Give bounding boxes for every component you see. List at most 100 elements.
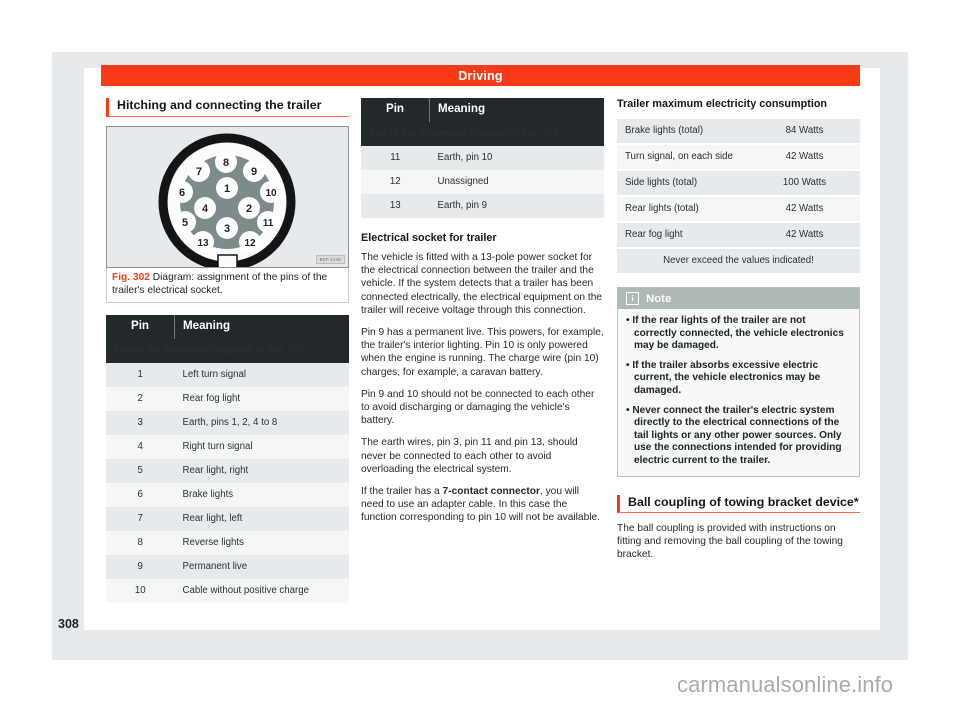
svg-text:6: 6 bbox=[179, 187, 185, 199]
note-title: Note bbox=[646, 292, 672, 305]
table-caption: Key of the Schematic diagram ››› Fig. 30… bbox=[361, 122, 604, 146]
cell-label: Brake lights (total) bbox=[617, 119, 749, 143]
paragraph: Pin 9 has a permanent live. This powers,… bbox=[361, 327, 604, 378]
svg-text:12: 12 bbox=[244, 238, 256, 249]
table-row: 7 Rear light, left bbox=[106, 507, 349, 532]
cell-pin: 8 bbox=[106, 531, 175, 556]
svg-text:4: 4 bbox=[202, 203, 209, 215]
svg-text:10: 10 bbox=[265, 188, 277, 199]
cell-label: Rear fog light bbox=[617, 223, 749, 247]
table-row: 10 Cable without positive charge bbox=[106, 579, 349, 604]
table-row: Brake lights (total) 84 Watts bbox=[617, 119, 860, 143]
cell-value: 42 Watts bbox=[749, 145, 860, 169]
column-left: Hitching and connecting the trailer 1 2 … bbox=[106, 98, 349, 604]
table-row: Side lights (total) 100 Watts bbox=[617, 171, 860, 195]
table-row: 8 Reverse lights bbox=[106, 531, 349, 556]
cell-pin: 3 bbox=[106, 411, 175, 436]
running-header: Driving bbox=[101, 65, 860, 86]
text-bold-7-contact-connector: 7-contact connector bbox=[442, 486, 540, 498]
cell-value: 42 Watts bbox=[749, 223, 860, 247]
cell-meaning: Right turn signal bbox=[174, 435, 349, 460]
table-row: Turn signal, on each side 42 Watts bbox=[617, 145, 860, 169]
cell-label: Turn signal, on each side bbox=[617, 145, 749, 169]
svg-text:13: 13 bbox=[197, 238, 209, 249]
cell-pin: 6 bbox=[106, 483, 175, 508]
table-caption: Key of the Schematic diagram ››› Fig. 30… bbox=[106, 339, 349, 364]
paragraph-ball-coupling: The ball coupling is provided with instr… bbox=[617, 522, 843, 560]
cell-pin: 5 bbox=[106, 459, 175, 484]
cell-meaning: Brake lights bbox=[174, 483, 349, 508]
table-row: 2 Rear fog light bbox=[106, 387, 349, 412]
text-before: If the trailer has a bbox=[361, 486, 443, 498]
info-icon: i bbox=[626, 292, 639, 305]
cell-meaning: Unassigned bbox=[429, 170, 604, 194]
table-row: 13 Earth, pin 9 bbox=[361, 194, 604, 218]
cell-label: Side lights (total) bbox=[617, 171, 749, 195]
table-pin-key-2: Key of the Schematic diagram ››› Fig. 30… bbox=[361, 98, 604, 218]
subheading-max-consumption: Trailer maximum electricity consumption bbox=[617, 98, 828, 110]
table-row: 6 Brake lights bbox=[106, 483, 349, 508]
figure-connector-diagram: 1 2 3 4 5 6 7 8 9 10 11 12 13 B5F-1148 bbox=[106, 126, 349, 268]
cell-pin: 7 bbox=[106, 507, 175, 532]
cell-meaning: Earth, pin 9 bbox=[429, 194, 604, 218]
table-row: Rear lights (total) 42 Watts bbox=[617, 197, 860, 221]
table-row: Rear fog light 42 Watts bbox=[617, 223, 860, 247]
svg-text:11: 11 bbox=[263, 218, 274, 229]
note-header: i Note bbox=[618, 288, 859, 309]
svg-text:3: 3 bbox=[224, 223, 230, 235]
column-middle: Key of the Schematic diagram ››› Fig. 30… bbox=[361, 98, 604, 534]
cell-value: 84 Watts bbox=[749, 119, 860, 143]
cell-meaning: Left turn signal bbox=[174, 363, 349, 388]
svg-text:9: 9 bbox=[251, 166, 257, 178]
section-title-hitching: Hitching and connecting the trailer bbox=[106, 98, 349, 117]
cell-meaning: Permanent live bbox=[174, 555, 349, 580]
paragraph-7-contact: If the trailer has a 7-contact connector… bbox=[361, 485, 604, 525]
column-right: Trailer maximum electricity consumption … bbox=[617, 98, 860, 570]
section-title-ball-coupling: Ball coupling of towing bracket device* bbox=[617, 494, 860, 513]
connector-svg: 1 2 3 4 5 6 7 8 9 10 11 12 13 bbox=[158, 133, 296, 267]
note-body: • If the rear lights of the trailer are … bbox=[618, 309, 859, 476]
cell-pin: 1 bbox=[106, 363, 175, 388]
paragraph: Pin 9 and 10 should not be connected to … bbox=[361, 388, 595, 427]
cell-footer-note: Never exceed the values indicated! bbox=[617, 249, 860, 273]
page-number: 308 bbox=[58, 617, 79, 631]
subheading-electrical-socket: Electrical socket for trailer bbox=[361, 232, 497, 244]
figure-caption: Fig. 302 Diagram: assignment of the pins… bbox=[106, 268, 349, 304]
cell-pin: 11 bbox=[361, 146, 430, 170]
paragraph: The vehicle is fitted with a 13-pole pow… bbox=[361, 252, 603, 316]
note-item: • Never connect the trailer's electric s… bbox=[626, 404, 842, 466]
cell-meaning: Rear light, right bbox=[174, 459, 349, 484]
note-item: • If the rear lights of the trailer are … bbox=[626, 315, 844, 352]
table-row: 11 Earth, pin 10 bbox=[361, 146, 604, 170]
figure-code: B5F-1148 bbox=[315, 255, 345, 264]
table-row: 9 Permanent live bbox=[106, 555, 349, 580]
cell-label: Rear lights (total) bbox=[617, 197, 749, 221]
cell-meaning: Rear fog light bbox=[174, 387, 349, 412]
cell-value: 100 Watts bbox=[749, 171, 860, 195]
paragraph: The earth wires, pin 3, pin 11 and pin 1… bbox=[361, 437, 578, 475]
figure-caption-label: Fig. 302 bbox=[112, 272, 150, 283]
table-row: 4 Right turn signal bbox=[106, 435, 349, 460]
cell-meaning: Earth, pins 1, 2, 4 to 8 bbox=[174, 411, 349, 436]
cell-pin: 9 bbox=[106, 555, 175, 580]
svg-text:1: 1 bbox=[224, 183, 230, 195]
table-row: 5 Rear light, right bbox=[106, 459, 349, 484]
cell-value: 42 Watts bbox=[749, 197, 860, 221]
table-header-pin: Pin bbox=[106, 315, 175, 340]
cell-pin: 13 bbox=[361, 194, 430, 218]
note-item: • If the trailer absorbs excessive elect… bbox=[626, 359, 821, 396]
cell-meaning: Rear light, left bbox=[174, 507, 349, 532]
cell-pin: 4 bbox=[106, 435, 175, 460]
svg-text:8: 8 bbox=[223, 157, 229, 169]
table-max-consumption: Brake lights (total) 84 Watts Turn signal… bbox=[617, 117, 860, 275]
watermark: carmanualsonline.info bbox=[677, 672, 894, 697]
table-header-meaning: Meaning bbox=[429, 98, 604, 122]
page-root: Driving 308 carmanualsonline.info Hitchi… bbox=[0, 0, 960, 708]
svg-text:5: 5 bbox=[182, 217, 188, 229]
svg-text:2: 2 bbox=[246, 203, 252, 215]
cell-pin: 10 bbox=[106, 579, 175, 604]
table-header-pin: Pin bbox=[361, 98, 430, 122]
table-pin-key-1: Key of the Schematic diagram ››› Fig. 30… bbox=[106, 315, 349, 604]
cell-meaning: Cable without positive charge bbox=[174, 579, 349, 604]
note-box: i Note • If the rear lights of the trail… bbox=[617, 287, 860, 477]
